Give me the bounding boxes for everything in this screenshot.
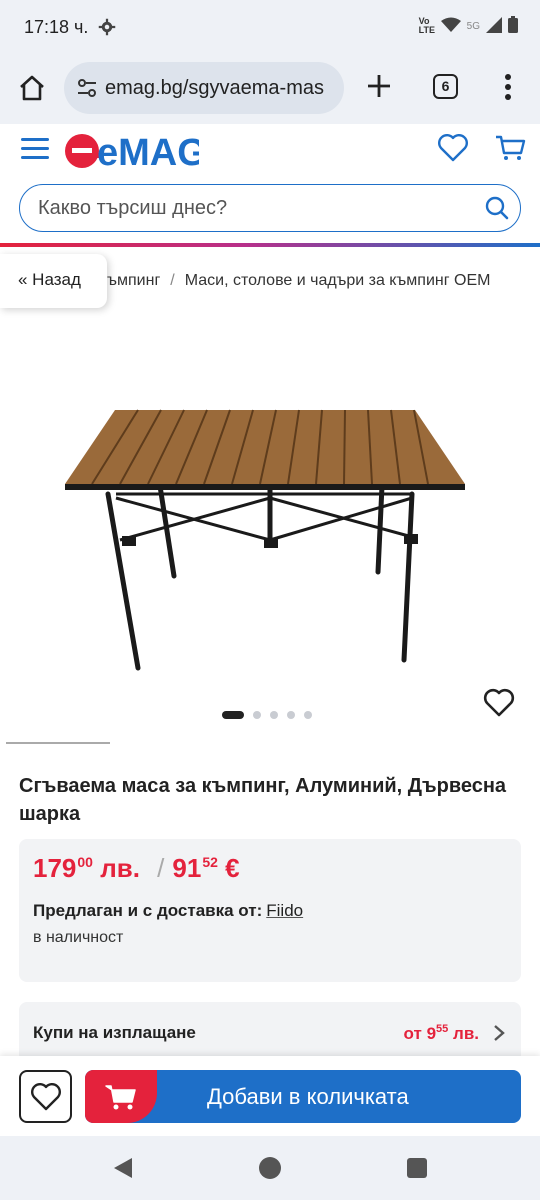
settings-gear-icon xyxy=(98,18,116,41)
product-image[interactable] xyxy=(60,400,470,680)
new-tab-button[interactable] xyxy=(364,71,394,101)
wifi-icon xyxy=(440,17,461,36)
breadcrumb-item[interactable]: къмпинг xyxy=(100,272,160,289)
add-to-cart-icon-block xyxy=(85,1070,157,1123)
installment-label: Купи на изплащане xyxy=(33,1023,196,1042)
status-icons: Vo LTE 5G xyxy=(419,16,518,36)
price-eur-cents: 52 xyxy=(202,854,218,870)
header-divider xyxy=(0,243,540,247)
price-bgn-main: 179 xyxy=(33,853,77,883)
wishlist-heart-icon[interactable] xyxy=(437,133,469,168)
thumbnail-indicator xyxy=(6,742,110,744)
chevron-right-icon xyxy=(493,1024,505,1047)
logo-text: eMAG xyxy=(97,132,199,170)
plus-icon xyxy=(368,75,390,97)
add-to-favorites-button[interactable] xyxy=(19,1070,72,1123)
seller-info: Предлаган и с доставка от: Fiido xyxy=(33,901,303,921)
breadcrumb: къмпинг / Маси, столове и чадъри за къмпин… xyxy=(100,272,490,290)
system-navigation-bar xyxy=(0,1136,540,1200)
add-to-cart-label: Добави в количката xyxy=(207,1084,409,1109)
seller-label: Предлаган и с доставка от: xyxy=(33,901,263,920)
more-vert-icon xyxy=(505,74,511,100)
home-icon xyxy=(20,75,44,101)
installment-prefix: от xyxy=(403,1024,422,1043)
product-title: Сгъваема маса за къмпинг, Алуминий, Дърв… xyxy=(19,775,507,825)
search-input[interactable]: Какво търсиш днес? xyxy=(38,197,227,220)
gallery-dot[interactable] xyxy=(222,711,244,719)
search-box[interactable]: Какво търсиш днес? xyxy=(19,184,521,232)
price-card: 17900 лв. /9152 € Предлаган и с доставка… xyxy=(19,839,521,982)
stock-status: в наличност xyxy=(33,929,124,946)
installment-price-cents: 55 xyxy=(436,1023,449,1035)
breadcrumb-separator: / xyxy=(170,272,175,289)
gallery-dot[interactable] xyxy=(287,711,295,719)
gallery-dot[interactable] xyxy=(253,711,261,719)
hamburger-menu-button[interactable] xyxy=(20,136,50,162)
status-time: 17:18 ч. xyxy=(24,17,89,37)
cart-icon xyxy=(105,1084,136,1109)
installment-row[interactable]: Купи на изплащане от 955 лв. xyxy=(19,1002,521,1062)
browser-menu-button[interactable] xyxy=(498,72,518,102)
browser-toolbar: emag.bg/sgyvaema-mas 6 xyxy=(0,58,540,124)
gallery-pagination xyxy=(222,711,312,719)
tab-switcher-button[interactable]: 6 xyxy=(433,74,458,99)
search-icon[interactable] xyxy=(484,195,510,226)
menu-icon xyxy=(21,138,49,159)
gallery-dot[interactable] xyxy=(270,711,278,719)
price-separator: / xyxy=(157,853,165,883)
installment-currency: лв. xyxy=(453,1024,479,1043)
installment-price-main: 9 xyxy=(426,1024,437,1043)
back-button[interactable]: « Назад xyxy=(0,254,107,308)
seller-link[interactable]: Fiido xyxy=(266,901,303,920)
nav-home-icon[interactable] xyxy=(259,1157,281,1179)
price-bgn-cents: 00 xyxy=(77,854,93,870)
network-type-label: 5G xyxy=(466,20,480,32)
home-button[interactable] xyxy=(16,72,48,104)
gallery-dot[interactable] xyxy=(304,711,312,719)
url-text: emag.bg/sgyvaema-mas xyxy=(105,77,324,99)
signal-icon xyxy=(486,16,502,36)
url-bar[interactable]: emag.bg/sgyvaema-mas xyxy=(64,62,344,114)
add-to-cart-button[interactable]: Добави в количката xyxy=(85,1070,521,1123)
volte-icon: Vo LTE xyxy=(418,16,435,35)
nav-back-icon[interactable] xyxy=(112,1157,134,1184)
bottom-action-bar: Добави в количката xyxy=(0,1056,540,1136)
breadcrumb-item[interactable]: Маси, столове и чадъри за къмпинг OEM xyxy=(185,272,491,289)
nav-recents-icon[interactable] xyxy=(407,1158,427,1178)
price-eur-main: 91 xyxy=(172,853,202,883)
gallery-favorite-heart-icon[interactable] xyxy=(483,688,515,723)
status-bar: 17:18 ч. Vo LTE 5G xyxy=(0,0,540,58)
emag-logo[interactable]: eMAG xyxy=(63,130,207,174)
price-bgn-currency: лв. xyxy=(100,853,140,883)
heart-icon xyxy=(30,1082,61,1110)
battery-icon xyxy=(508,16,518,36)
site-settings-icon[interactable] xyxy=(76,78,98,103)
installment-price: от 955 лв. xyxy=(404,1023,479,1044)
price-eur-currency: € xyxy=(225,853,240,883)
product-price: 17900 лв. /9152 € xyxy=(33,853,240,884)
cart-icon[interactable] xyxy=(494,133,526,168)
